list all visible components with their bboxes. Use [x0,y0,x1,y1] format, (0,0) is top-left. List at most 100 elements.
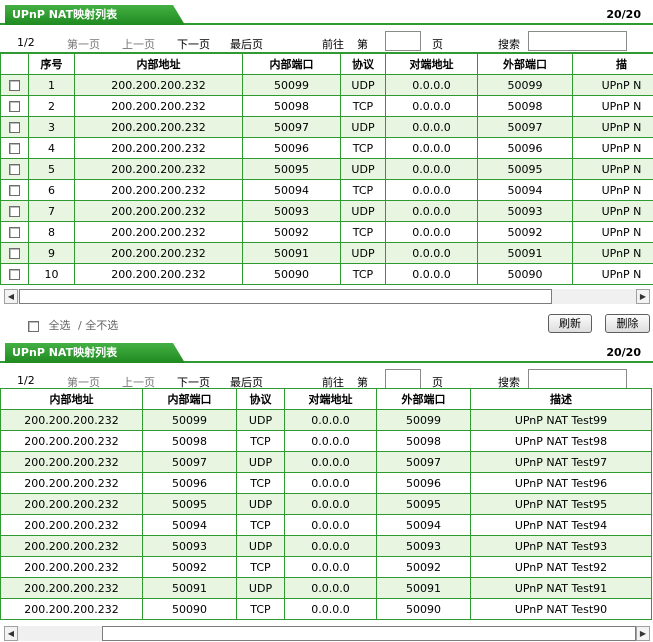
scroll-thumb[interactable] [19,289,552,304]
table-row: 200.200.200.232 50093 UDP 0.0.0.0 50093 UPnP … [0,535,652,557]
row-checkbox[interactable] [9,164,20,175]
row-protocol: TCP [236,514,285,536]
scroll-thumb[interactable] [102,626,636,641]
row-description: UPnP N [572,242,653,264]
row-internal-ip: 200.200.200.232 [0,577,143,599]
header-peer-address: 对端地址 [284,388,377,410]
row-internal-port: 50096 [142,472,237,494]
scroll-left-icon[interactable]: ◀ [4,289,18,304]
row-protocol: TCP [236,598,285,620]
header-peer-address: 对端地址 [385,53,478,75]
row-protocol: TCP [340,263,386,285]
row-checkbox[interactable] [9,227,20,238]
goto-page-input[interactable] [385,369,421,389]
row-external-port: 50090 [376,598,471,620]
row-internal-ip: 200.200.200.232 [74,158,243,180]
header-internal-ip: 内部地址 [74,53,243,75]
prev-page-link[interactable]: 上一页 [122,36,155,52]
row-protocol: UDP [340,158,386,180]
row-internal-port: 50093 [242,200,341,222]
row-peer-address: 0.0.0.0 [284,535,377,557]
row-internal-port: 50090 [142,598,237,620]
row-checkbox[interactable] [9,101,20,112]
row-checkbox[interactable] [9,80,20,91]
row-external-port: 50093 [376,535,471,557]
row-protocol: UDP [340,74,386,96]
panel-1-title: UPnP NAT映射列表 [5,5,185,25]
next-page-link[interactable]: 下一页 [177,36,210,52]
row-protocol: UDP [236,577,285,599]
row-checkbox[interactable] [9,269,20,280]
delete-button[interactable]: 删除 [605,314,650,333]
panel-2-h-scrollbar[interactable]: ◀ ▶ [4,626,650,641]
last-page-link[interactable]: 最后页 [230,36,263,52]
row-description: UPnP N [572,137,653,159]
row-checkbox[interactable] [9,122,20,133]
row-external-port: 50094 [477,179,573,201]
nat-table-1: 序号 内部地址 内部端口 协议 对端地址 外部端口 描 1 200.200.200… [0,53,653,285]
row-checkbox-cell [0,242,29,264]
deselect-all-link[interactable]: / 全不选 [78,319,118,332]
row-index: 6 [28,179,75,201]
nat-panel-2: UPnP NAT映射列表 20/20 1/2 第一页 上一页 下一页 最后页 前… [0,343,653,642]
row-internal-port: 50096 [242,137,341,159]
select-all-checkbox[interactable] [28,320,39,332]
row-protocol: UDP [236,493,285,515]
row-peer-address: 0.0.0.0 [284,451,377,473]
row-checkbox[interactable] [9,185,20,196]
row-internal-ip: 200.200.200.232 [74,74,243,96]
header-checkbox [0,53,29,75]
row-external-port: 50091 [477,242,573,264]
row-protocol: TCP [340,221,386,243]
row-external-port: 50091 [376,577,471,599]
panel-1-titlebar: UPnP NAT映射列表 20/20 [0,5,653,25]
row-external-port: 50096 [376,472,471,494]
row-peer-address: 0.0.0.0 [284,514,377,536]
first-page-link[interactable]: 第一页 [67,36,100,52]
table-row: 200.200.200.232 50091 UDP 0.0.0.0 50091 UPnP … [0,577,652,599]
scroll-right-icon[interactable]: ▶ [636,289,650,304]
scroll-left-icon[interactable]: ◀ [4,626,18,641]
table-row: 7 200.200.200.232 50093 UDP 0.0.0.0 50093 UPnP… [0,200,653,222]
row-peer-address: 0.0.0.0 [385,242,478,264]
header-external-port: 外部端口 [376,388,471,410]
row-external-port: 50098 [376,430,471,452]
search-input[interactable] [528,369,627,389]
search-input[interactable] [528,31,627,51]
row-protocol: TCP [236,430,285,452]
row-description: UPnP NAT Test90 [470,598,652,620]
row-internal-ip: 200.200.200.232 [74,242,243,264]
row-peer-address: 0.0.0.0 [385,200,478,222]
row-internal-port: 50092 [242,221,341,243]
row-peer-address: 0.0.0.0 [385,116,478,138]
row-description: UPnP N [572,95,653,117]
row-internal-port: 50092 [142,556,237,578]
goto-page-input[interactable] [385,31,421,51]
row-description: UPnP N [572,221,653,243]
row-checkbox[interactable] [9,248,20,259]
row-internal-ip: 200.200.200.232 [0,472,143,494]
row-checkbox[interactable] [9,206,20,217]
table-row: 200.200.200.232 50095 UDP 0.0.0.0 50095 UPnP … [0,493,652,515]
row-internal-ip: 200.200.200.232 [74,137,243,159]
row-internal-port: 50094 [142,514,237,536]
refresh-button[interactable]: 刷新 [548,314,592,333]
row-external-port: 50099 [376,409,471,431]
row-internal-ip: 200.200.200.232 [0,556,143,578]
row-peer-address: 0.0.0.0 [385,137,478,159]
panel-1-h-scrollbar[interactable]: ◀ ▶ [4,289,650,304]
table-row: 200.200.200.232 50098 TCP 0.0.0.0 50098 UPnP … [0,430,652,452]
row-protocol: UDP [340,200,386,222]
scroll-right-icon[interactable]: ▶ [636,626,650,641]
row-internal-port: 50098 [242,95,341,117]
row-internal-port: 50094 [242,179,341,201]
header-protocol: 协议 [340,53,386,75]
row-checkbox[interactable] [9,143,20,154]
row-internal-port: 50091 [242,242,341,264]
table-row: 1 200.200.200.232 50099 UDP 0.0.0.0 50099 UPnP… [0,74,653,96]
row-checkbox-cell [0,116,29,138]
table-row: 200.200.200.232 50097 UDP 0.0.0.0 50097 UPnP … [0,451,652,473]
table-row: 200.200.200.232 50096 TCP 0.0.0.0 50096 UPnP … [0,472,652,494]
row-checkbox-cell [0,95,29,117]
select-all-link[interactable]: 全选 [49,319,71,332]
